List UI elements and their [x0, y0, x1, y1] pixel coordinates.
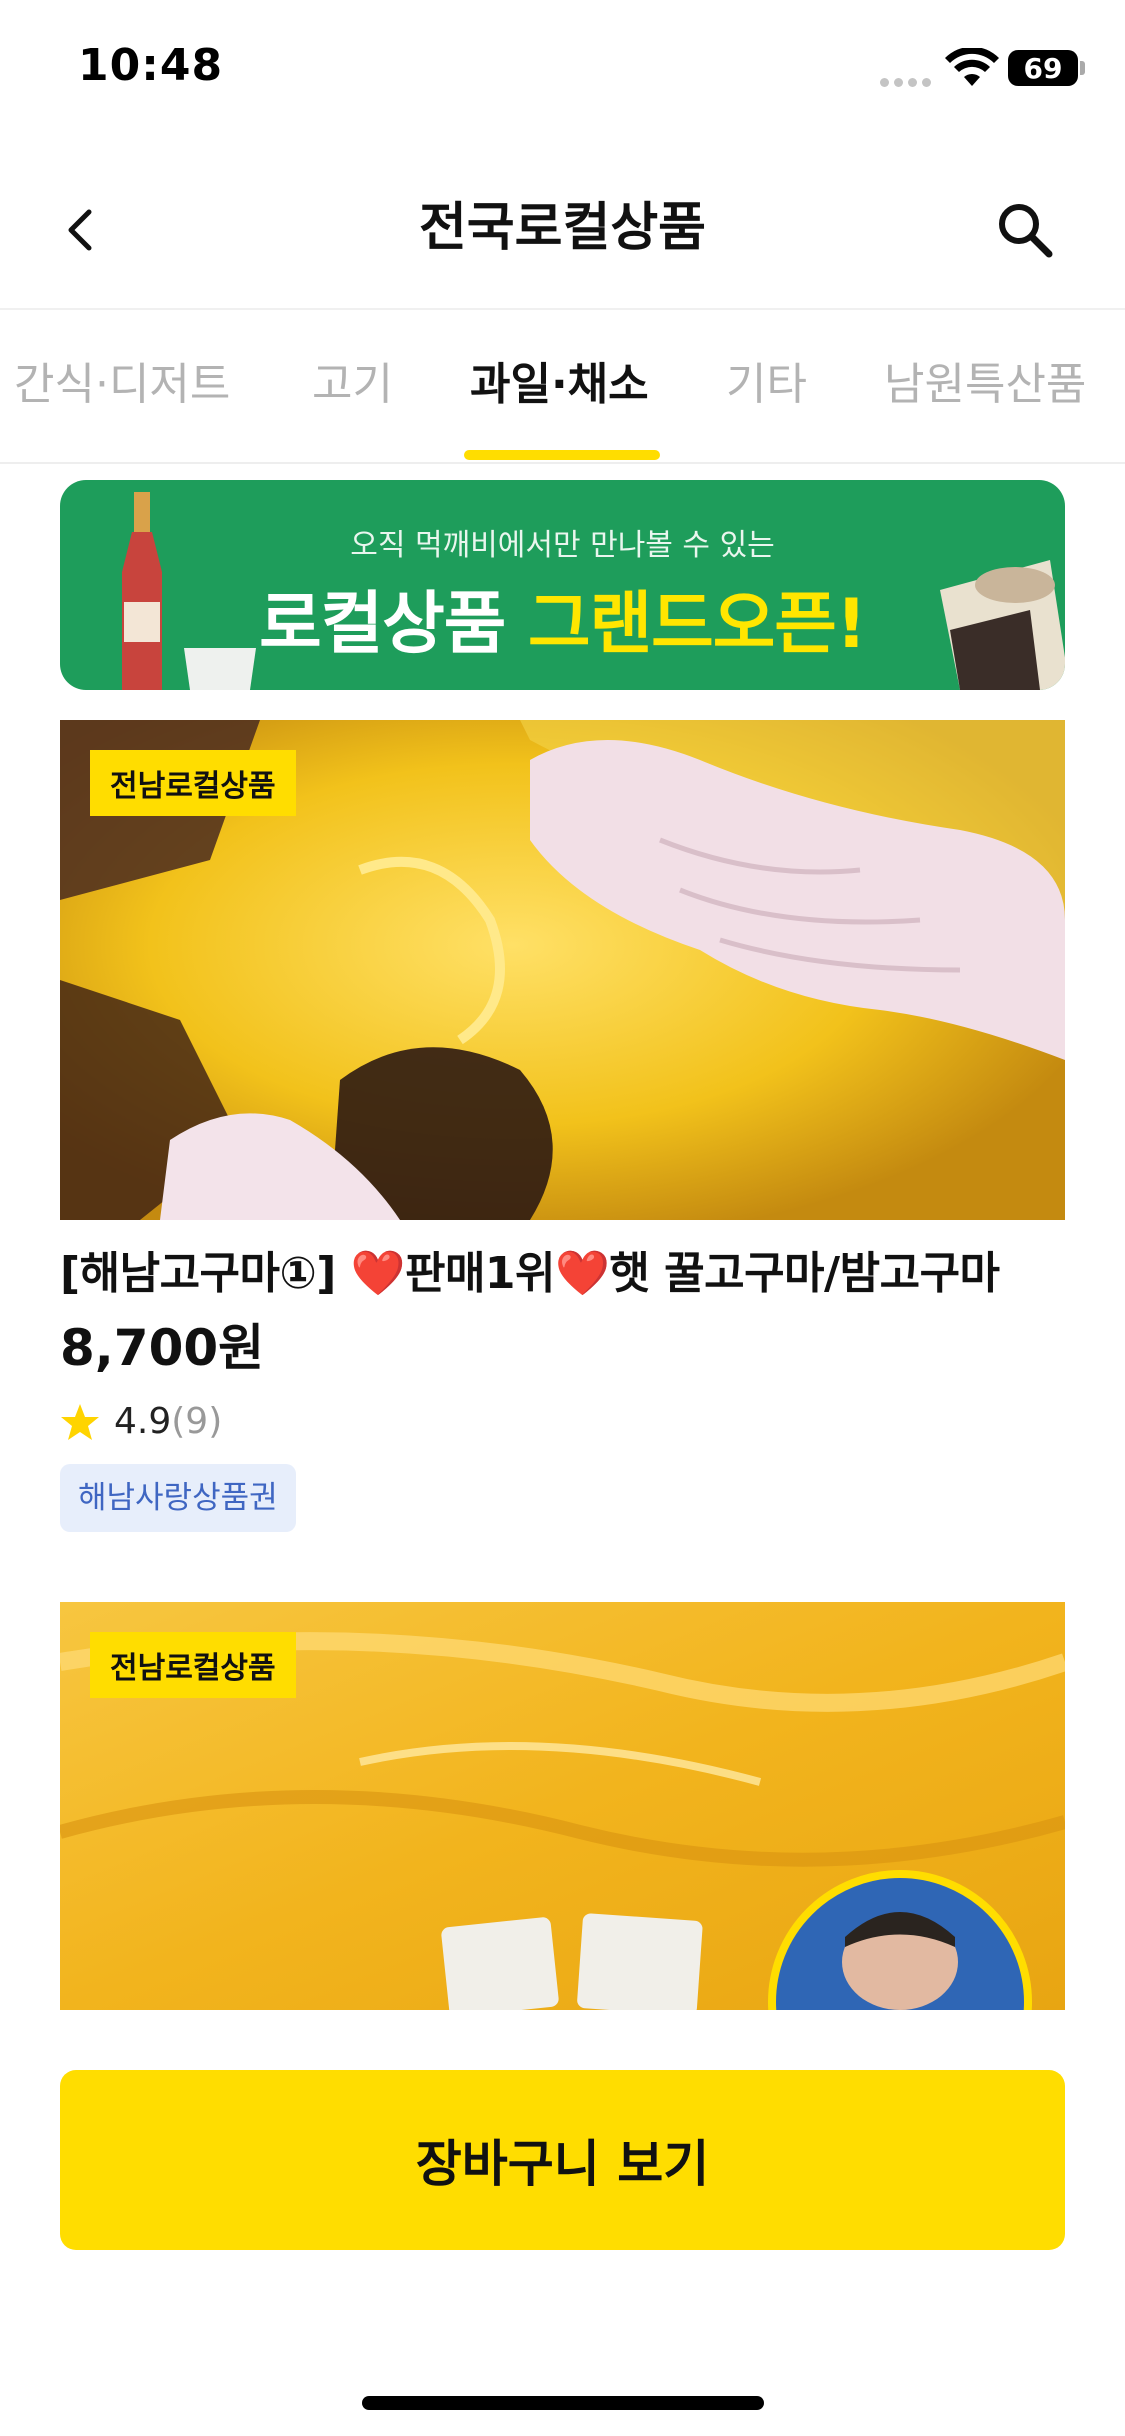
voucher-tag: 해남사랑상품권	[60, 1464, 296, 1532]
star-icon	[61, 1404, 99, 1440]
banner-title-highlight: 그랜드오픈!	[528, 585, 867, 664]
tab-snack-dessert[interactable]: 간식·디저트	[14, 350, 230, 420]
tab-meat[interactable]: 고기	[312, 350, 393, 420]
banner-subtitle: 오직 먹깨비에서만 만나볼 수 있는	[350, 528, 775, 563]
review-count: (9)	[171, 1401, 223, 1442]
product-image: 전남로컬상품	[60, 720, 1065, 1220]
view-cart-button[interactable]: 장바구니 보기	[60, 2070, 1065, 2250]
local-product-badge: 전남로컬상품	[90, 1632, 296, 1698]
product-image: 전남로컬상품	[60, 1602, 1065, 2010]
status-bar: 10:48 69	[0, 0, 1125, 140]
rating-value: 4.9	[114, 1401, 172, 1442]
signal-dots-icon	[880, 72, 936, 91]
active-tab-indicator	[464, 450, 660, 460]
gift-box-image	[940, 560, 1065, 690]
tabs-divider	[0, 462, 1125, 464]
search-button[interactable]	[990, 190, 1060, 270]
status-time: 10:48	[78, 40, 224, 91]
home-indicator	[362, 2396, 764, 2410]
banner-title: 로컬상품 그랜드오픈!	[60, 568, 1065, 667]
header: 전국로컬상품	[0, 160, 1125, 310]
local-product-badge: 전남로컬상품	[90, 750, 296, 816]
battery-icon: 69	[1008, 50, 1078, 86]
page-title: 전국로컬상품	[418, 198, 707, 258]
banner-title-main: 로컬상품	[259, 585, 529, 664]
battery-tip	[1080, 61, 1085, 75]
tab-etc[interactable]: 기타	[726, 350, 807, 420]
product-price: 8,700원	[60, 1319, 265, 1377]
rating-row: 4.9 (9)	[60, 1394, 1065, 1450]
promo-banner[interactable]: 오직 먹깨비에서만 만나볼 수 있는 로컬상품 그랜드오픈!	[60, 480, 1065, 690]
tab-fruit-vegetable[interactable]: 과일·채소	[470, 350, 649, 420]
search-icon	[999, 204, 1053, 258]
product-card[interactable]: 전남로컬상품 [해남고구마①] ❤️판매1위❤️햇 꿀고구마/밤고구마 8,70…	[60, 720, 1065, 1532]
product-title: [해남고구마①] ❤️판매1위❤️햇 꿀고구마/밤고구마	[60, 1248, 1000, 1299]
tab-namwon-specialty[interactable]: 남원특산품	[884, 350, 1086, 420]
battery-level: 69	[1023, 51, 1063, 85]
wifi-icon	[945, 48, 999, 86]
product-card[interactable]: 전남로컬상품	[60, 1602, 1065, 2010]
category-tabs: 간식·디저트 고기 과일·채소 기타 남원특산품	[0, 310, 1125, 462]
